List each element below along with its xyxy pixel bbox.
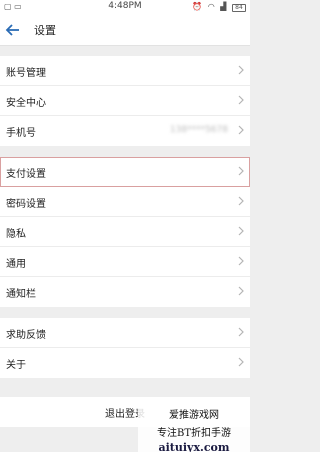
chevron-right-icon — [238, 166, 244, 176]
chevron-right-icon — [238, 196, 244, 206]
settings-item-label: 隐私 — [6, 229, 26, 240]
battery-icon: 84 — [232, 4, 246, 12]
phone-number-value: 138****5678 — [169, 125, 228, 135]
settings-item-label: 求助反馈 — [6, 330, 46, 341]
site-watermark: 爱推游戏网 专注BT折扣手游 aituiyx.com — [138, 404, 250, 452]
status-bar: ▢ ▭ 4:48PM ⏰ ◠ ▟ 84 — [0, 0, 250, 14]
settings-item-privacy[interactable]: 隐私 — [0, 217, 250, 247]
settings-item-password-settings[interactable]: 密码设置 — [0, 187, 250, 217]
settings-item-label: 通用 — [6, 259, 26, 270]
settings-group-preferences: 支付设置 密码设置 隐私 通用 通知栏 — [0, 157, 250, 307]
chevron-right-icon — [238, 357, 244, 367]
top-app-bar: 设置 — [0, 14, 250, 46]
settings-item-label: 安全中心 — [6, 98, 46, 109]
settings-group-help: 求助反馈 关于 — [0, 318, 250, 378]
settings-item-payment-settings[interactable]: 支付设置 — [0, 157, 250, 187]
settings-item-label: 关于 — [6, 360, 26, 371]
chevron-right-icon — [238, 286, 244, 296]
settings-item-label: 密码设置 — [6, 199, 46, 210]
watermark-line-3: aituiyx.com — [158, 441, 230, 452]
settings-group-account: 账号管理 安全中心 手机号 138****5678 — [0, 56, 250, 146]
settings-item-phone-number[interactable]: 手机号 138****5678 — [0, 116, 250, 146]
chevron-right-icon — [238, 256, 244, 266]
signal-icon: ▟ — [220, 2, 227, 11]
chevron-right-icon — [238, 125, 244, 135]
chevron-right-icon — [238, 327, 244, 337]
settings-item-general[interactable]: 通用 — [0, 247, 250, 277]
settings-item-label: 账号管理 — [6, 68, 46, 79]
watermark-line-2: 专注BT折扣手游 — [156, 428, 232, 439]
back-arrow-icon[interactable] — [4, 21, 22, 39]
chevron-right-icon — [238, 95, 244, 105]
settings-item-label: 手机号 — [6, 128, 36, 139]
settings-item-label: 通知栏 — [6, 289, 36, 300]
chevron-right-icon — [238, 65, 244, 75]
settings-item-account-management[interactable]: 账号管理 — [0, 56, 250, 86]
settings-item-security-center[interactable]: 安全中心 — [0, 86, 250, 116]
settings-item-help-feedback[interactable]: 求助反馈 — [0, 318, 250, 348]
alarm-icon: ⏰ — [192, 2, 203, 11]
status-right-icons: ⏰ ◠ ▟ 84 — [189, 2, 246, 12]
watermark-line-1: 爱推游戏网 — [169, 410, 219, 421]
settings-item-about[interactable]: 关于 — [0, 348, 250, 378]
wifi-icon: ◠ — [207, 2, 215, 11]
chevron-right-icon — [238, 226, 244, 236]
page-title: 设置 — [34, 24, 56, 37]
settings-item-notification-bar[interactable]: 通知栏 — [0, 277, 250, 307]
settings-item-label: 支付设置 — [6, 169, 46, 180]
